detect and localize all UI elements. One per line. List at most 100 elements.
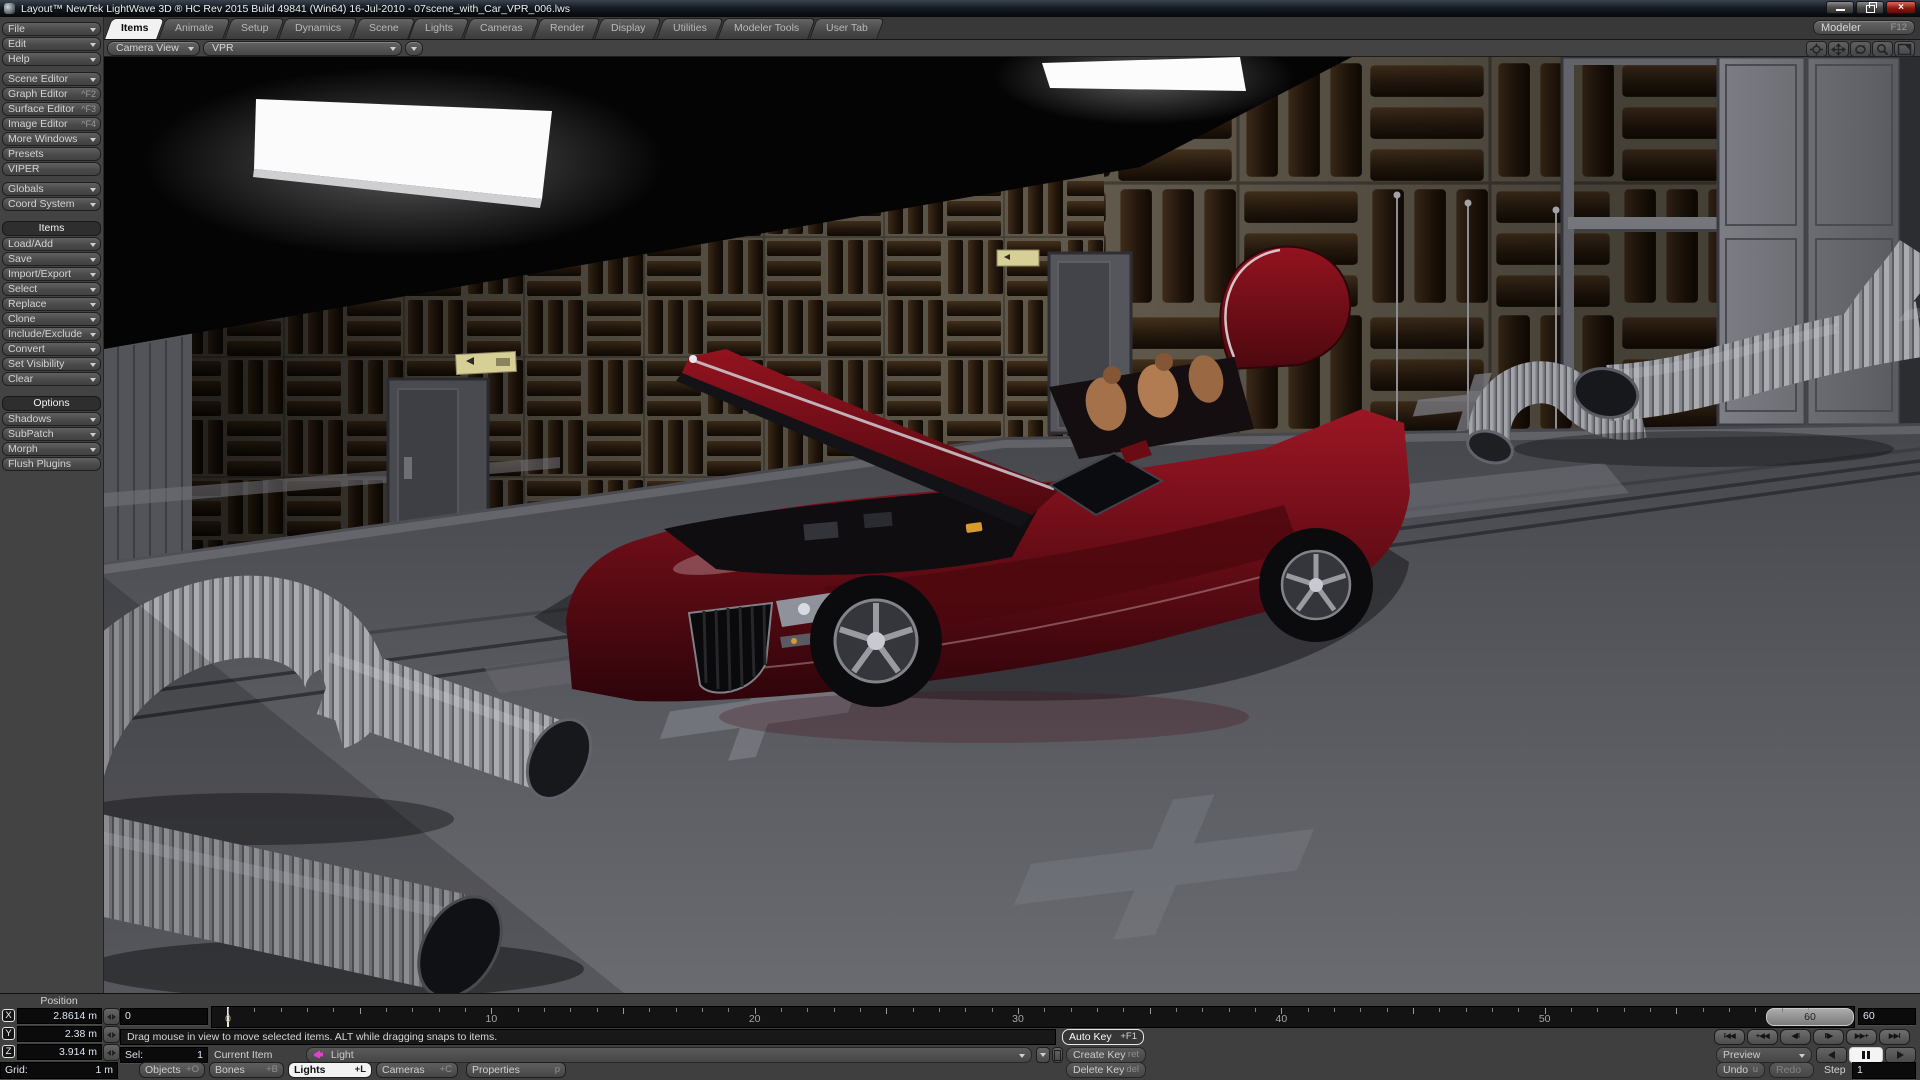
sidebar-header-options: Options (2, 396, 101, 411)
tab-items[interactable]: Items (104, 18, 165, 39)
item-tab-cameras[interactable]: Cameras+C (376, 1062, 458, 1078)
current-item-lock-button[interactable] (1052, 1047, 1063, 1063)
tab-user-tab[interactable]: User Tab (809, 18, 884, 39)
z-position-field[interactable]: 3.914 m (17, 1044, 102, 1060)
sidebar-item-globals[interactable]: Globals (2, 182, 101, 196)
item-tab-lights[interactable]: Lights+L (288, 1062, 372, 1078)
current-item-list-button[interactable] (1036, 1047, 1050, 1063)
modeler-button[interactable]: Modeler F12 (1813, 20, 1915, 35)
view-mode-dropdown[interactable]: Camera View (107, 41, 200, 56)
z-axis-button[interactable]: Z (2, 1045, 15, 1058)
sidebar-item-shadows[interactable]: Shadows (2, 412, 101, 426)
sidebar-item-scene-editor[interactable]: Scene Editor (2, 72, 101, 86)
sidebar-item-include-exclude[interactable]: Include/Exclude (2, 327, 101, 341)
menu-tab-bar: ItemsAnimate Setup DynamicsSceneLightsCame… (104, 17, 1920, 40)
viewport-render[interactable] (104, 57, 1920, 993)
z-position-stepper[interactable] (103, 1044, 120, 1061)
status-info-bar: Drag mouse in view to move selected item… (120, 1029, 1056, 1045)
timeline-frame-label: 50 (1539, 1013, 1551, 1025)
tab-cameras[interactable]: Cameras (464, 18, 540, 39)
tab-display[interactable]: Display (595, 18, 663, 39)
sidebar-item-image-editor[interactable]: Image Editor^F4 (2, 117, 101, 131)
x-position-field[interactable]: 2.8614 m (17, 1008, 102, 1024)
play-reverse-button[interactable] (1816, 1047, 1847, 1063)
go-to-start-button[interactable]: I◀◀ (1714, 1029, 1745, 1045)
redo-button[interactable]: Redo (1769, 1062, 1814, 1078)
tab-dynamics[interactable]: Dynamics (279, 18, 359, 39)
sidebar-item-set-visibility[interactable]: Set Visibility (2, 357, 101, 371)
y-axis-button[interactable]: Y (2, 1027, 15, 1040)
tab-lights[interactable]: Lights (408, 18, 470, 39)
undo-button[interactable]: Undo u (1716, 1062, 1765, 1078)
sidebar-item-load-add[interactable]: Load/Add (2, 237, 101, 251)
step-field[interactable]: 1 (1852, 1062, 1916, 1079)
sidebar-item-file[interactable]: File (2, 22, 101, 36)
sidebar-item-presets[interactable]: Presets (2, 147, 101, 161)
previous-key-button[interactable]: +◀◀ (1747, 1029, 1778, 1045)
play-forward-button[interactable] (1885, 1047, 1916, 1063)
title-bar[interactable]: Layout™ NewTek LightWave 3D ® HC Rev 201… (0, 0, 1920, 17)
tab-scene[interactable]: Scene (352, 18, 415, 39)
sidebar-item-morph[interactable]: Morph (2, 442, 101, 456)
chevron-down-icon (1019, 1054, 1025, 1058)
auto-key-label: Auto Key (1069, 1031, 1112, 1043)
pause-button[interactable] (1849, 1047, 1883, 1063)
sidebar-item-viper[interactable]: VIPER (2, 162, 101, 176)
x-axis-button[interactable]: X (2, 1009, 15, 1022)
sidebar-item-select[interactable]: Select (2, 282, 101, 296)
rotate-view-icon[interactable] (1850, 41, 1871, 57)
item-tab-bones[interactable]: Bones+B (209, 1062, 284, 1078)
auto-key-shortcut: +F1 (1120, 1030, 1137, 1044)
render-mode-label: VPR (212, 42, 234, 54)
sidebar-item-edit[interactable]: Edit (2, 37, 101, 51)
sidebar-item-flush-plugins[interactable]: Flush Plugins (2, 457, 101, 471)
tab-label: Setup (241, 19, 268, 38)
previous-frame-button[interactable]: ◀II (1780, 1029, 1811, 1045)
item-tab-properties[interactable]: Propertiesp (466, 1062, 566, 1078)
y-position-field[interactable]: 2.38 m (17, 1026, 102, 1042)
sidebar-item-surface-editor[interactable]: Surface Editor^F3 (2, 102, 101, 116)
create-key-button[interactable]: Create Key ret (1066, 1047, 1146, 1063)
tab-utilities[interactable]: Utilities (656, 18, 723, 39)
timeline-ruler[interactable]: 60 01020304050 (211, 1006, 1855, 1028)
next-frame-button[interactable]: II▶ (1813, 1029, 1844, 1045)
tab-animate[interactable]: Animate (159, 18, 231, 39)
sidebar-item-more-windows[interactable]: More Windows (2, 132, 101, 146)
sidebar-item-import-export[interactable]: Import/Export (2, 267, 101, 281)
preview-dropdown[interactable]: Preview (1716, 1047, 1812, 1063)
restore-button[interactable] (1856, 1, 1884, 14)
sidebar-item-help[interactable]: Help (2, 52, 101, 66)
item-tab-objects[interactable]: Objects+O (139, 1062, 205, 1078)
sidebar-item-coord-system[interactable]: Coord System (2, 197, 101, 211)
next-key-button[interactable]: ▶▶+ (1846, 1029, 1877, 1045)
minimize-button[interactable] (1826, 1, 1854, 14)
close-button[interactable]: × (1886, 1, 1916, 14)
render-mode-dropdown[interactable]: VPR (203, 41, 402, 56)
tab-render[interactable]: Render (533, 18, 601, 39)
delete-key-button[interactable]: Delete Key del (1066, 1062, 1146, 1078)
sidebar-item-label: Convert (8, 343, 45, 355)
sidebar-item-save[interactable]: Save (2, 252, 101, 266)
current-frame-field[interactable]: 0 (120, 1008, 208, 1025)
zoom-view-icon[interactable] (1872, 41, 1893, 57)
chevron-down-icon (90, 288, 96, 292)
x-position-stepper[interactable] (103, 1008, 120, 1025)
timeline-end-handle[interactable]: 60 (1766, 1008, 1854, 1026)
center-view-icon[interactable] (1806, 41, 1827, 57)
sidebar-item-convert[interactable]: Convert (2, 342, 101, 356)
viewport-options-dropdown[interactable] (405, 41, 423, 56)
sidebar-item-graph-editor[interactable]: Graph Editor^F2 (2, 87, 101, 101)
go-to-end-button[interactable]: ▶▶I (1879, 1029, 1910, 1045)
end-frame-field[interactable]: 60 (1858, 1008, 1916, 1025)
current-item-dropdown[interactable]: Light (306, 1047, 1032, 1063)
tab-modeler-tools[interactable]: Modeler Tools (717, 18, 816, 39)
sidebar-item-clear[interactable]: Clear (2, 372, 101, 386)
move-view-icon[interactable] (1828, 41, 1849, 57)
tab-setup[interactable]: Setup (224, 18, 285, 39)
y-position-stepper[interactable] (103, 1026, 120, 1043)
sidebar-item-replace[interactable]: Replace (2, 297, 101, 311)
sidebar-item-subpatch[interactable]: SubPatch (2, 427, 101, 441)
auto-key-button[interactable]: Auto Key +F1 (1062, 1029, 1144, 1045)
sidebar-item-clone[interactable]: Clone (2, 312, 101, 326)
maximize-viewport-icon[interactable] (1894, 41, 1915, 57)
